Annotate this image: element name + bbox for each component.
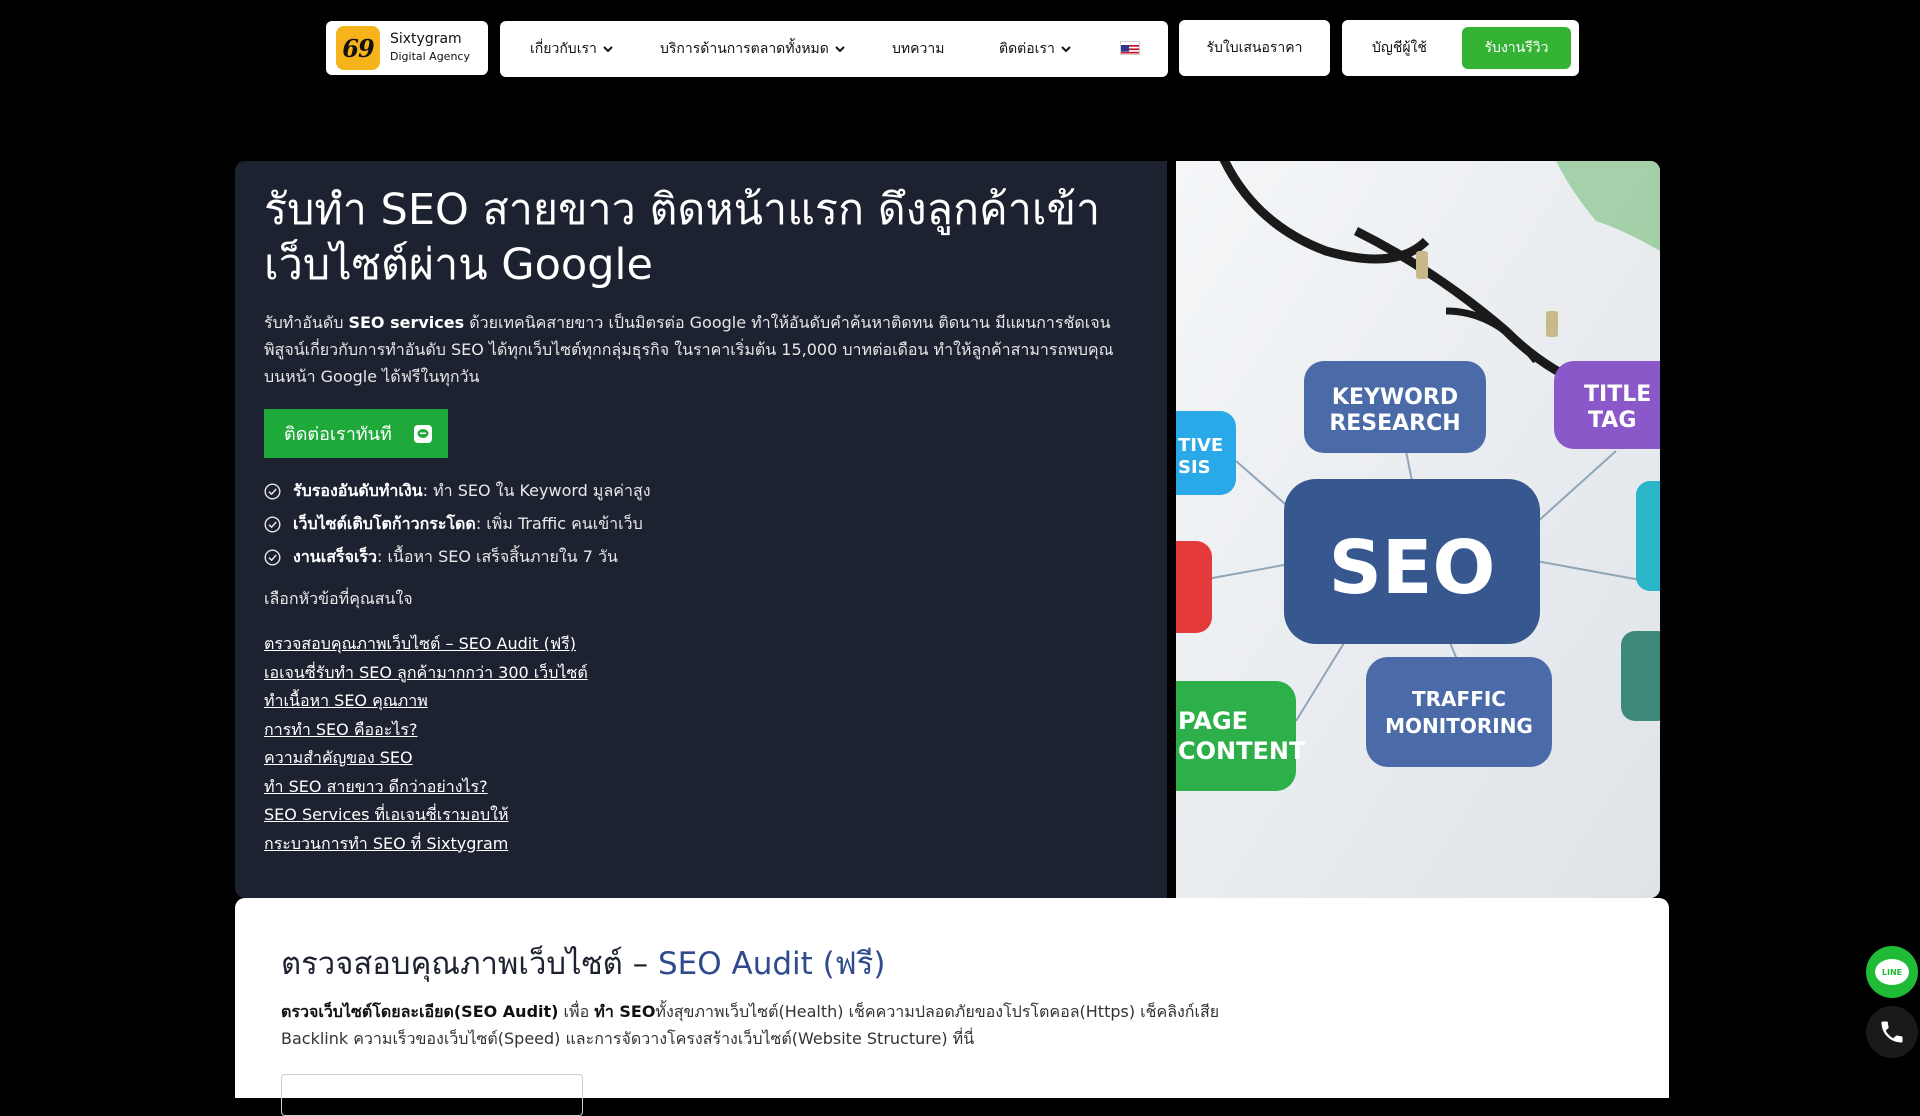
topic-link-white-hat[interactable]: ทำ SEO สายขาว ดีกว่าอย่างไร?	[264, 775, 588, 804]
main-nav: เกี่ยวกับเรา บริการด้านการตลาดทั้งหมด บท…	[500, 21, 1168, 77]
chevron-down-icon	[1061, 46, 1071, 53]
line-chat-button[interactable]: LINE	[1866, 946, 1918, 998]
hero-panel: รับทำ SEO สายขาว ติดหน้าแรก ดึงลูกค้าเข้…	[235, 161, 1167, 898]
quote-button[interactable]: รับใบเสนอราคา	[1179, 20, 1330, 76]
nav-item-label: เกี่ยวกับเรา	[530, 41, 597, 57]
logo-name: Sixtygram	[390, 31, 462, 47]
topic-link-importance[interactable]: ความสำคัญของ SEO	[264, 746, 588, 775]
logo[interactable]: 69 Sixtygram Digital Agency	[326, 21, 488, 75]
line-icon	[414, 425, 432, 443]
research-label: RESEARCH	[1329, 411, 1460, 436]
topic-links: ตรวจสอบคุณภาพเว็บไซต์ – SEO Audit (ฟรี) …	[264, 632, 588, 860]
benefit-text: : ทำ SEO ใน Keyword มูลค่าสูง	[422, 481, 651, 500]
seo-hero-image: KEYWORD RESEARCH TITLE TAG TIVE SIS SEO …	[1176, 161, 1660, 898]
us-flag-icon[interactable]	[1120, 41, 1140, 55]
topic-link-content[interactable]: ทำเนื้อหา SEO คุณภาพ	[264, 689, 588, 718]
phone-call-button[interactable]	[1866, 1006, 1918, 1058]
chevron-down-icon	[603, 46, 613, 53]
benefit-title: เว็บไซต์เติบโตก้าวกระโดด	[293, 514, 476, 533]
desc-bold-1: ตรวจเว็บไซต์โดยละเอียด(SEO Audit)	[281, 1002, 559, 1021]
topic-link-seo-audit[interactable]: ตรวจสอบคุณภาพเว็บไซต์ – SEO Audit (ฟรี)	[264, 632, 588, 661]
account-group: บัญชีผู้ใช้ รับงานรีวิว	[1342, 20, 1579, 76]
nav-item-label: บริการด้านการตลาดทั้งหมด	[660, 41, 829, 57]
desc-mid: เพื่อ	[558, 1002, 595, 1021]
analysis-label-2: SIS	[1178, 457, 1211, 478]
page-label: PAGE	[1178, 707, 1248, 735]
phone-icon	[1881, 1021, 1903, 1043]
seo-audit-title-accent: SEO Audit (ฟรี)	[658, 946, 886, 982]
nav-item-label: บทความ	[892, 41, 945, 57]
hero-description: รับทำอันดับ SEO services ด้วยเทคนิคสายขา…	[264, 309, 1124, 390]
audit-url-input[interactable]	[281, 1074, 583, 1116]
seo-audit-title: ตรวจสอบคุณภาพเว็บไซต์ – SEO Audit (ฟรี)	[281, 938, 885, 988]
review-button[interactable]: รับงานรีวิว	[1462, 27, 1571, 69]
benefit-item: งานเสร็จเร็ว: เนื้อหา SEO เสร็จสิ้นภายใน…	[264, 541, 651, 574]
check-circle-icon	[264, 549, 281, 566]
contact-now-button[interactable]: ติดต่อเราทันที	[264, 409, 448, 458]
benefit-item: เว็บไซต์เติบโตก้าวกระโดด: เพิ่ม Traffic …	[264, 508, 651, 541]
keyword-label: KEYWORD	[1332, 385, 1458, 410]
topic-link-agency[interactable]: เอเจนซี่รับทำ SEO ลูกค้ามากกว่า 300 เว็บ…	[264, 661, 588, 690]
seo-diagram-illustration: KEYWORD RESEARCH TITLE TAG TIVE SIS SEO …	[1176, 161, 1660, 898]
topic-link-process[interactable]: กระบวนการทำ SEO ที่ Sixtygram	[264, 832, 588, 861]
line-icon: LINE	[1875, 959, 1909, 985]
account-link[interactable]: บัญชีผู้ใช้	[1372, 20, 1427, 76]
seo-audit-title-main: ตรวจสอบคุณภาพเว็บไซต์ –	[281, 946, 658, 982]
contact-now-label: ติดต่อเราทันที	[284, 424, 392, 445]
title-label: TITLE	[1584, 382, 1651, 407]
hero-desc-bold: SEO services	[348, 313, 465, 332]
benefit-list: รับรองอันดับทำเงิน: ทำ SEO ใน Keyword มู…	[264, 475, 651, 574]
desc-bold-2: ทำ SEO	[594, 1002, 656, 1021]
benefit-text: : เนื้อหา SEO เสร็จสิ้นภายใน 7 วัน	[376, 547, 618, 566]
monitoring-label: MONITORING	[1385, 714, 1533, 738]
seo-label: SEO	[1329, 525, 1496, 611]
check-circle-icon	[264, 516, 281, 533]
logo-mark: 69	[336, 26, 380, 70]
seo-audit-section: ตรวจสอบคุณภาพเว็บไซต์ – SEO Audit (ฟรี) …	[235, 898, 1669, 1116]
logo-text: Sixtygram Digital Agency	[390, 30, 470, 66]
hero-desc-pre: รับทำอันดับ	[264, 313, 349, 332]
benefit-title: งานเสร็จเร็ว	[293, 547, 377, 566]
nav-item-articles[interactable]: บทความ	[892, 21, 944, 77]
topic-link-what-is-seo[interactable]: การทำ SEO คืออะไร?	[264, 718, 588, 747]
benefit-item: รับรองอันดับทำเงิน: ทำ SEO ใน Keyword มู…	[264, 475, 651, 508]
traffic-label: TRAFFIC	[1412, 687, 1506, 711]
line-icon-label: LINE	[1881, 967, 1903, 977]
analysis-label-1: TIVE	[1178, 435, 1223, 456]
hero-title: รับทำ SEO สายขาว ติดหน้าแรก ดึงลูกค้าเข้…	[264, 185, 1101, 290]
content-label: CONTENT	[1178, 737, 1306, 765]
chevron-down-icon	[835, 46, 845, 53]
tag-label: TAG	[1588, 408, 1636, 433]
nav-item-label: ติดต่อเรา	[999, 41, 1055, 57]
nav-item-about[interactable]: เกี่ยวกับเรา	[530, 21, 613, 77]
nav-item-services[interactable]: บริการด้านการตลาดทั้งหมด	[660, 21, 845, 77]
benefit-title: รับรองอันดับทำเงิน	[293, 481, 423, 500]
nav-item-contact[interactable]: ติดต่อเรา	[999, 21, 1071, 77]
logo-tagline: Digital Agency	[390, 50, 470, 63]
topic-link-services[interactable]: SEO Services ที่เอเจนซี่เรามอบให้	[264, 803, 588, 832]
topics-label: เลือกหัวข้อที่คุณสนใจ	[264, 589, 413, 608]
check-circle-icon	[264, 483, 281, 500]
seo-audit-description: ตรวจเว็บไซต์โดยละเอียด(SEO Audit) เพื่อ …	[281, 998, 1241, 1052]
benefit-text: : เพิ่ม Traffic คนเข้าเว็บ	[475, 514, 643, 533]
